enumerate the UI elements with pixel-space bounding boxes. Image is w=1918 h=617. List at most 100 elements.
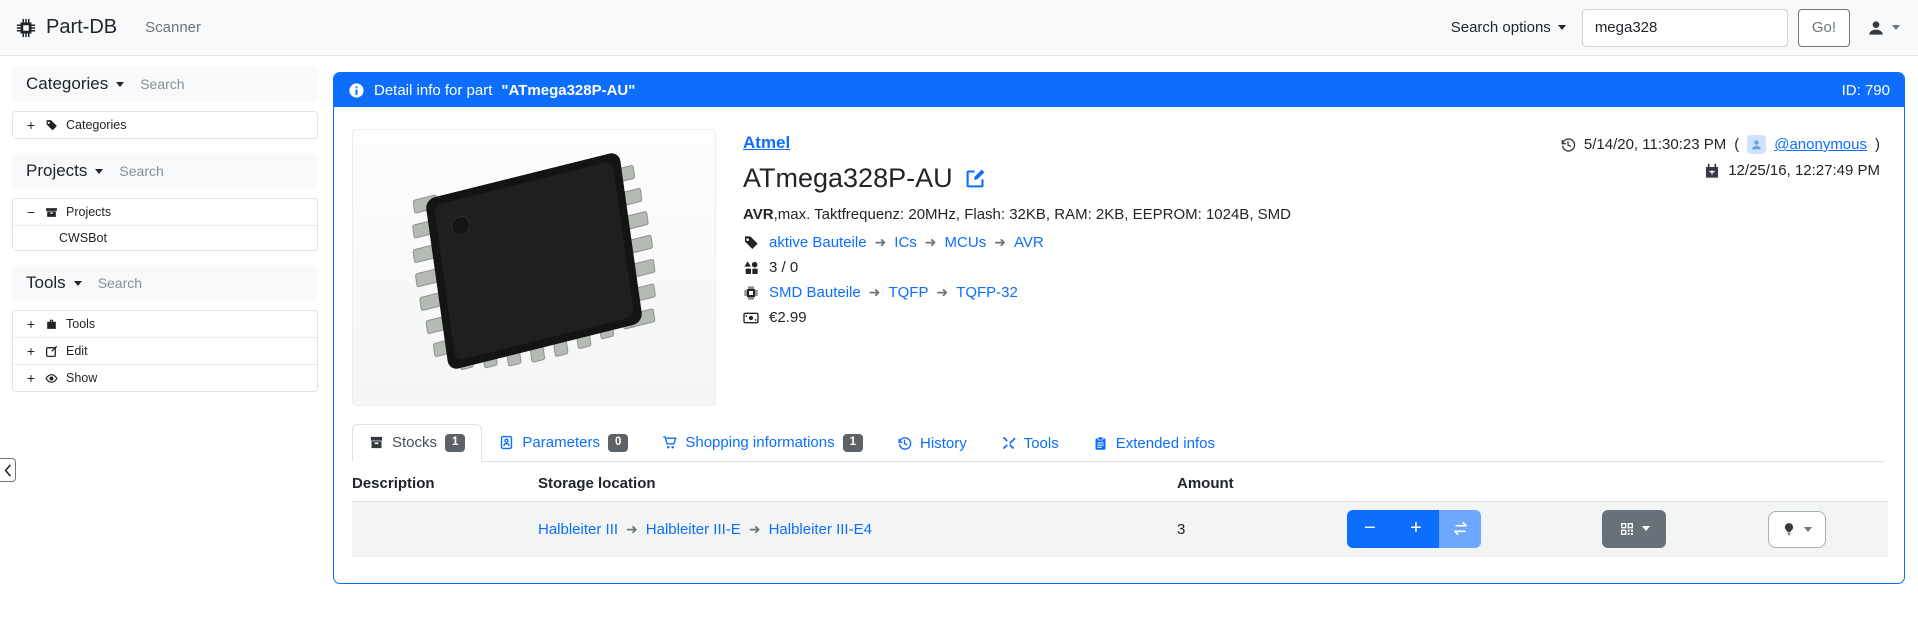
column-header-amount: Amount (1177, 475, 1347, 492)
breadcrumb-link[interactable]: aktive Bauteile (769, 234, 867, 251)
search-options-dropdown[interactable]: Search options (1451, 19, 1566, 36)
arrows-right-left-icon (1452, 520, 1469, 537)
tab-parameters[interactable]: Parameters 0 (482, 424, 645, 462)
breadcrumb-link[interactable]: TQFP-32 (956, 284, 1018, 301)
tab-shopping-informations[interactable]: Shopping informations 1 (645, 424, 880, 462)
user-menu-dropdown[interactable] (1866, 18, 1900, 38)
caret-down-icon (95, 169, 103, 174)
screwdriver-wrench-icon (1001, 436, 1016, 451)
tab-badge: 1 (445, 434, 465, 452)
category-line: aktive Bauteile➜ICs➜MCUs➜AVR (743, 234, 1291, 251)
part-detail-card: Detail info for part "ATmega328P-AU" ID:… (333, 72, 1905, 584)
column-header-description: Description (352, 475, 538, 492)
led-locate-dropdown-button[interactable] (1768, 511, 1826, 548)
tab-label: Stocks (392, 434, 437, 451)
manufacturer-link[interactable]: Atmel (743, 133, 790, 152)
tree-item-projects[interactable]: − Projects (13, 199, 317, 225)
modified-timestamp: 5/14/20, 11:30:23 PM (1584, 136, 1726, 153)
search-go-button[interactable]: Go! (1798, 9, 1850, 47)
caret-down-icon (1892, 25, 1900, 30)
decrease-amount-button[interactable]: − (1347, 510, 1393, 548)
move-stock-button[interactable] (1439, 510, 1481, 548)
cart-icon (662, 435, 677, 450)
tab-extended-infos[interactable]: Extended infos (1076, 425, 1232, 462)
footprint-line: SMD Bauteile ➜ TQFP ➜ TQFP-32 (743, 284, 1291, 301)
calendar-plus-icon (1704, 163, 1720, 179)
expand-icon[interactable]: + (25, 117, 37, 133)
description-bold: AVR (743, 206, 774, 223)
parameters-icon (499, 435, 514, 450)
page: Part-DB Scanner Search options Go! Categ… (0, 0, 1918, 617)
categories-title: Categories (26, 74, 108, 94)
box-icon (369, 435, 384, 450)
expand-icon[interactable]: + (25, 370, 37, 386)
tools-tree: + Tools + Edit + Show (12, 310, 318, 392)
tree-item-label: Categories (66, 118, 126, 132)
description-rest: ,max. Taktfrequenz: 20MHz, Flash: 32KB, … (774, 206, 1291, 223)
part-image[interactable] (352, 129, 716, 406)
arrow-right-icon: ➜ (936, 284, 948, 300)
categories-search-input[interactable] (140, 76, 270, 92)
breadcrumb-link[interactable]: Halbleiter III-E (646, 521, 741, 538)
projects-dropdown[interactable]: Projects (26, 161, 103, 181)
sidebar-collapse-button[interactable] (0, 458, 16, 482)
tab-stocks[interactable]: Stocks 1 (352, 424, 482, 462)
expand-icon[interactable]: + (25, 343, 37, 359)
part-detail-body: Atmel ATmega328P-AU AVR,max. Taktfrequen… (334, 107, 1904, 557)
chevron-left-icon (4, 464, 12, 477)
breadcrumb-link[interactable]: Halbleiter III-E4 (769, 521, 872, 538)
tab-tools[interactable]: Tools (984, 425, 1076, 462)
nav-item-scanner[interactable]: Scanner (145, 19, 201, 36)
label-qr-dropdown-button[interactable] (1602, 510, 1666, 548)
eye-icon (45, 372, 58, 385)
tag-icon (45, 119, 58, 132)
column-header-storage-location: Storage location (538, 475, 1177, 492)
clipboard-icon (1093, 436, 1108, 451)
modified-user-link[interactable]: @anonymous (1774, 136, 1867, 153)
amount-line: 3 / 0 (743, 259, 1291, 276)
tree-item-label: CWSBot (59, 231, 107, 245)
last-modified-line: 5/14/20, 11:30:23 PM ( @anonymous ) (1560, 135, 1880, 154)
tree-item-categories[interactable]: + Categories (13, 112, 317, 138)
increase-amount-button[interactable]: + (1393, 510, 1439, 548)
tab-badge: 1 (843, 434, 863, 452)
projects-title: Projects (26, 161, 87, 181)
expand-icon[interactable]: + (25, 316, 37, 332)
stock-actions: − + (1347, 502, 1888, 557)
info-circle-icon (348, 82, 365, 99)
arrow-right-icon: ➜ (869, 284, 881, 300)
categories-dropdown[interactable]: Categories (26, 74, 124, 94)
header-part-name: "ATmega328P-AU" (501, 82, 635, 99)
breadcrumb-link[interactable]: SMD Bauteile (769, 284, 861, 301)
breadcrumb-link[interactable]: TQFP (888, 284, 928, 301)
tree-item-edit[interactable]: + Edit (13, 337, 317, 364)
part-description: AVR,max. Taktfrequenz: 20MHz, Flash: 32K… (743, 206, 1291, 223)
tree-item-show[interactable]: + Show (13, 364, 317, 391)
projects-search-input[interactable] (119, 163, 249, 179)
tools-panel-header: Tools (12, 265, 318, 301)
tab-label: History (920, 435, 967, 452)
microchip-icon (15, 17, 37, 39)
caret-down-icon (1642, 526, 1650, 531)
tree-item-cwsbot[interactable]: CWSBot (13, 225, 317, 250)
archive-box-icon (45, 206, 58, 219)
tools-dropdown[interactable]: Tools (26, 273, 82, 293)
breadcrumb-link[interactable]: Halbleiter III (538, 521, 618, 538)
tree-item-tools[interactable]: + Tools (13, 311, 317, 337)
tag-icon (743, 235, 759, 251)
collapse-icon[interactable]: − (25, 204, 37, 220)
amount-summary: 3 / 0 (769, 259, 798, 276)
tab-history[interactable]: History (880, 425, 984, 462)
breadcrumb-link[interactable]: MCUs (945, 234, 987, 251)
part-detail-header: Detail info for part "ATmega328P-AU" ID:… (334, 73, 1904, 107)
avatar (1747, 135, 1766, 154)
brand-link[interactable]: Part-DB (15, 16, 117, 39)
search-input[interactable] (1582, 9, 1788, 47)
tools-search-input[interactable] (98, 275, 228, 291)
edit-part-button[interactable] (965, 168, 986, 189)
breadcrumb-link[interactable]: AVR (1014, 234, 1044, 251)
breadcrumb-link[interactable]: ICs (894, 234, 917, 251)
history-clock-icon (897, 436, 912, 451)
created-timestamp: 12/25/16, 12:27:49 PM (1728, 162, 1880, 179)
stocks-table: Description Storage location Amount Halb… (352, 462, 1888, 557)
